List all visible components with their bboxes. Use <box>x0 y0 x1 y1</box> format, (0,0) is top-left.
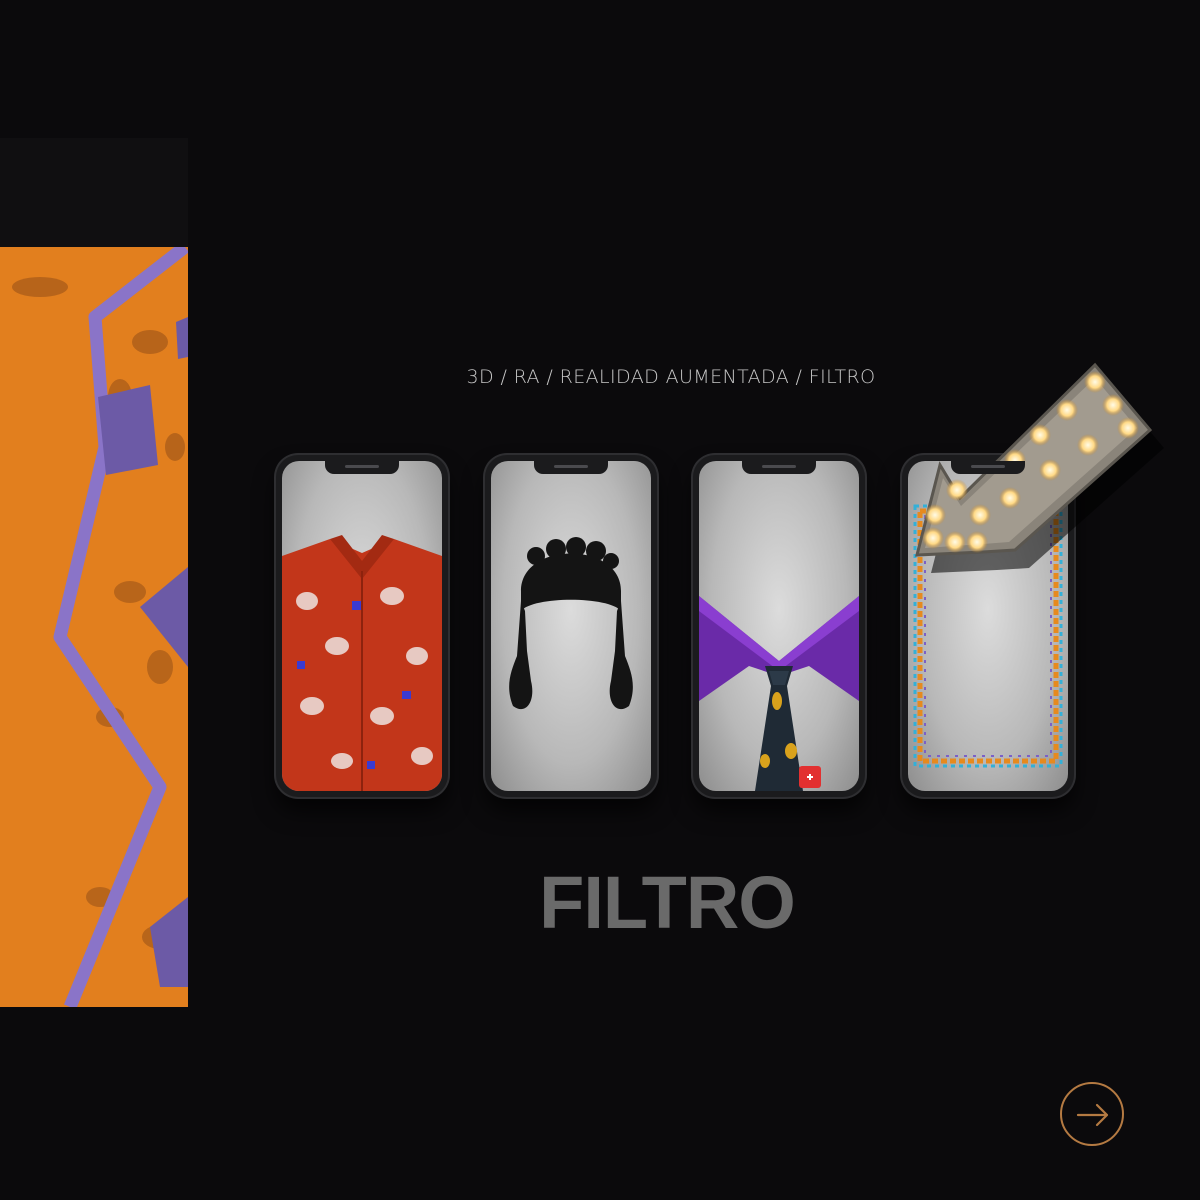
marquee-arrow-icon <box>915 362 1164 573</box>
collar-tie-illustration <box>699 596 859 791</box>
phone-screen <box>491 461 651 791</box>
arrow-right-icon <box>1076 1103 1109 1127</box>
phone-notch <box>742 461 816 474</box>
side-panel-shadow <box>0 138 188 248</box>
phone-collar-tie-filter[interactable] <box>693 455 865 797</box>
phone-notch <box>325 461 399 474</box>
phone-notch <box>534 461 608 474</box>
phone-shirt-filter[interactable] <box>276 455 448 797</box>
next-button[interactable] <box>1060 1082 1124 1146</box>
phone-notch <box>951 461 1025 474</box>
hair-illustration <box>509 537 633 710</box>
phone-hair-filter[interactable] <box>485 455 657 797</box>
shirt-illustration <box>282 535 442 791</box>
phone-screen <box>699 461 859 791</box>
phone-screen <box>282 461 442 791</box>
page-title: FILTRO <box>539 861 796 944</box>
